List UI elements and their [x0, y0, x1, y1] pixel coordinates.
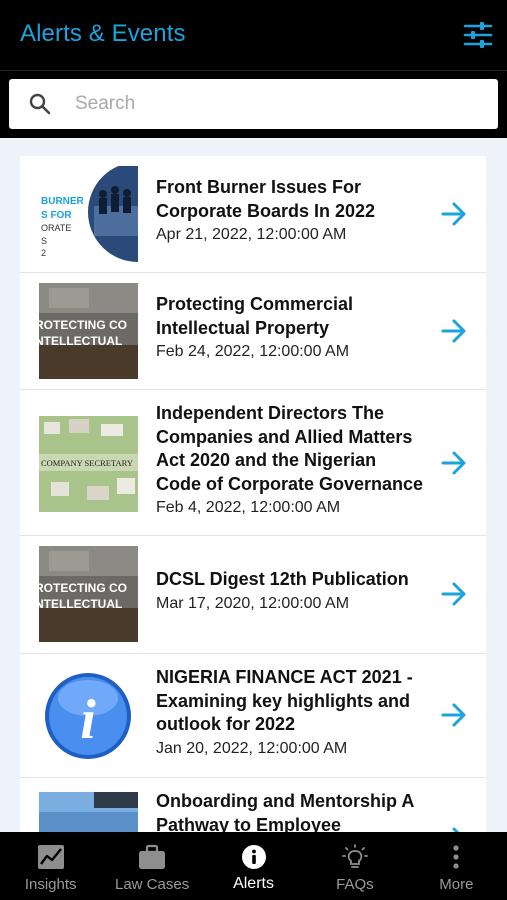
- arrow-right-icon[interactable]: [440, 450, 468, 476]
- item-title: Onboarding and Mentorship A Pathway to Em…: [156, 791, 415, 832]
- nav-label: More: [439, 876, 474, 893]
- list-item[interactable]: BURNER S FOR ORATE S 2 Front Burner Issu…: [20, 156, 486, 273]
- item-text: Onboarding and Mentorship A Pathway to Em…: [156, 790, 440, 832]
- search-icon: [29, 93, 51, 115]
- lightbulb-icon: [341, 844, 369, 870]
- item-title: Front Burner Issues For Corporate Boards …: [156, 177, 376, 221]
- arrow-right-icon[interactable]: [440, 702, 468, 728]
- page-title: Alerts & Events: [20, 20, 186, 47]
- item-date: Apr 21, 2022, 12:00:00 AM: [156, 226, 347, 243]
- info-icon: i: [39, 668, 138, 764]
- svg-text:S: S: [41, 236, 47, 246]
- nav-law-cases[interactable]: Law Cases: [101, 832, 202, 900]
- item-text: Protecting Commercial Intellectual Proper…: [156, 293, 440, 363]
- info-icon: [240, 844, 268, 870]
- item-text: Independent Directors The Companies and A…: [156, 402, 440, 519]
- more-vertical-icon: [442, 844, 470, 870]
- nav-alerts[interactable]: Alerts: [203, 832, 304, 900]
- item-thumbnail: ROTECTING CO NTELLECTUAL: [39, 283, 138, 379]
- alerts-list: BURNER S FOR ORATE S 2 Front Burner Issu…: [20, 156, 486, 832]
- item-thumbnail: [39, 792, 138, 832]
- thumb-text: BURNER: [41, 196, 85, 207]
- bottom-nav: Insights Law Cases Alerts FAQs More: [0, 832, 507, 900]
- app-header: Alerts & Events: [0, 0, 507, 70]
- search-bar: [0, 70, 507, 138]
- svg-text:S FOR: S FOR: [41, 210, 72, 221]
- arrow-right-icon[interactable]: [440, 581, 468, 607]
- nav-label: Law Cases: [115, 876, 190, 893]
- chart-icon: [37, 844, 65, 870]
- item-title: DCSL Digest 12th Publication: [156, 569, 409, 589]
- item-title: NIGERIA FINANCE ACT 2021 - Examining key …: [156, 667, 413, 734]
- item-date: Mar 17, 2020, 12:00:00 AM: [156, 594, 350, 612]
- svg-text:NTELLECTUAL: NTELLECTUAL: [39, 597, 122, 611]
- thumb-text: COMPANY SECRETARY: [41, 458, 133, 468]
- item-date: Jan 20, 2022, 12:00:00 AM: [156, 739, 348, 757]
- svg-text:NTELLECTUAL: NTELLECTUAL: [39, 334, 122, 348]
- arrow-right-icon[interactable]: [440, 201, 468, 227]
- item-text: Front Burner Issues For Corporate Boards …: [156, 176, 440, 246]
- svg-text:2: 2: [41, 248, 46, 258]
- search-box[interactable]: [9, 79, 498, 129]
- nav-more[interactable]: More: [406, 832, 507, 900]
- thumb-text: ROTECTING CO: [39, 581, 127, 595]
- search-input[interactable]: [75, 90, 475, 118]
- thumb-text: i: [80, 689, 96, 751]
- nav-label: Insights: [24, 876, 77, 893]
- nav-faqs[interactable]: FAQs: [304, 832, 405, 900]
- item-text: DCSL Digest 12th Publication Mar 17, 202…: [156, 568, 440, 615]
- svg-text:ORATE: ORATE: [41, 223, 71, 233]
- nav-label: FAQs: [336, 876, 374, 893]
- sliders-icon[interactable]: [463, 20, 493, 50]
- list-item[interactable]: Onboarding and Mentorship A Pathway to Em…: [20, 778, 486, 832]
- item-title: Protecting Commercial Intellectual Proper…: [156, 294, 354, 338]
- item-date: Feb 4, 2022, 12:00:00 AM: [156, 499, 341, 516]
- alerts-list-area: BURNER S FOR ORATE S 2 Front Burner Issu…: [0, 138, 507, 832]
- nav-insights[interactable]: Insights: [0, 832, 101, 900]
- item-thumbnail: BURNER S FOR ORATE S 2: [39, 166, 138, 262]
- list-item[interactable]: i NIGERIA FINANCE ACT 2021 - Examining ke…: [20, 654, 486, 778]
- nav-label: Alerts: [233, 875, 274, 892]
- arrow-right-icon[interactable]: [440, 318, 468, 344]
- briefcase-icon: [138, 844, 166, 870]
- item-title: Independent Directors The Companies and A…: [156, 403, 424, 494]
- list-item[interactable]: COMPANY SECRETARY Independent Directors …: [20, 390, 486, 536]
- list-item[interactable]: ROTECTING CO NTELLECTUAL DCSL Digest 12t…: [20, 536, 486, 654]
- item-date: Feb 24, 2022, 12:00:00 AM: [156, 343, 350, 360]
- thumb-text: ROTECTING CO: [39, 318, 127, 332]
- list-item[interactable]: ROTECTING CO NTELLECTUAL Protecting Comm…: [20, 273, 486, 390]
- item-thumbnail: ROTECTING CO NTELLECTUAL: [39, 546, 138, 642]
- item-text: NIGERIA FINANCE ACT 2021 - Examining key …: [156, 666, 440, 760]
- item-thumbnail: COMPANY SECRETARY: [39, 416, 138, 512]
